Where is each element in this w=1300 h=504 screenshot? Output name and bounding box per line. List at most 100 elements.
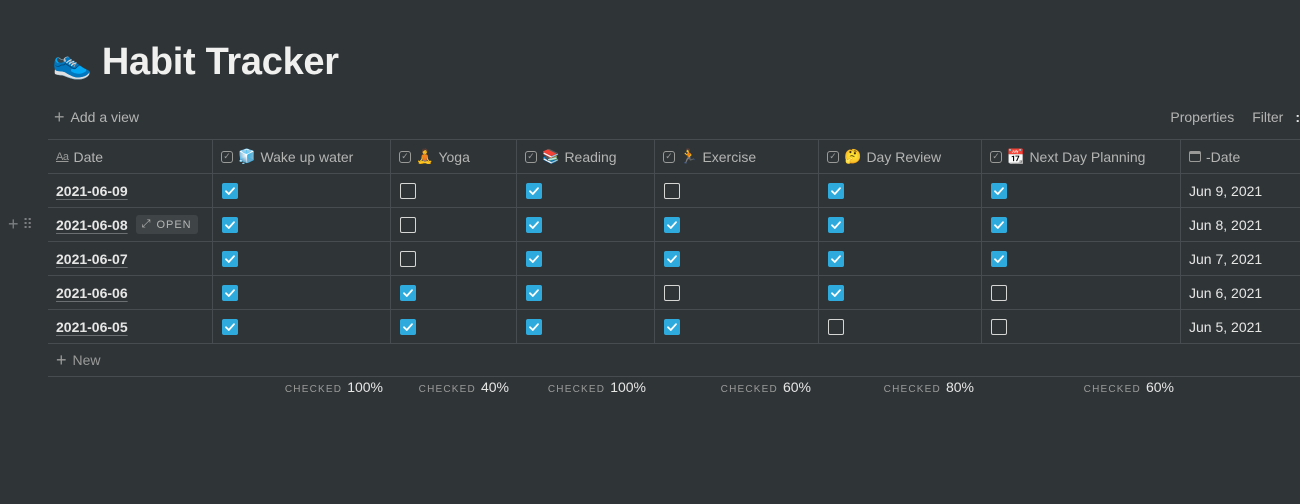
column-header-exercise[interactable]: ✓ 🏃 Exercise — [655, 140, 819, 173]
filter-button[interactable]: Filter — [1252, 109, 1283, 125]
checkbox-checked[interactable] — [526, 250, 542, 267]
column-header-date-property[interactable]: -Date — [1181, 140, 1300, 173]
checkbox-checked[interactable] — [828, 284, 844, 301]
more-icon[interactable]: : — [1295, 109, 1300, 125]
checkbox-checked[interactable] — [222, 284, 238, 301]
new-row-button[interactable]: + New — [48, 344, 1300, 377]
table-row[interactable]: 2021-06-05 Jun 5, 2021 — [48, 310, 1300, 344]
checkbox-checked[interactable] — [400, 284, 416, 301]
checkbox-cell — [391, 174, 517, 207]
column-calculation[interactable]: CHECKED 40% — [419, 379, 509, 395]
table-row[interactable]: 2021-06-09 Jun 9, 2021 — [48, 174, 1300, 208]
database-toolbar: + Add a view Properties Filter : — [54, 106, 1300, 128]
column-calculation[interactable]: CHECKED 100% — [548, 379, 646, 395]
row-title[interactable]: 2021-06-07 — [56, 251, 128, 267]
column-calculation[interactable]: CHECKED 60% — [721, 379, 811, 395]
column-header-label: Exercise — [702, 148, 757, 165]
row-title[interactable]: 2021-06-06 — [56, 285, 128, 301]
table-row[interactable]: + ⠿ 2021-06-08 ⤢ OPEN Jun 8, 2021 — [8, 208, 1300, 242]
column-calculation[interactable]: CHECKED 60% — [1084, 379, 1174, 395]
column-header-reading[interactable]: ✓ 📚 Reading — [517, 140, 655, 173]
date-cell[interactable]: Jun 6, 2021 — [1181, 276, 1300, 309]
calculation-label: CHECKED — [547, 384, 606, 395]
checkbox-cell — [819, 242, 982, 275]
checkbox-checked[interactable] — [222, 216, 238, 233]
table-row[interactable]: 2021-06-07 Jun 7, 2021 — [48, 242, 1300, 276]
checkbox-unchecked[interactable] — [664, 284, 680, 301]
checkbox-cell — [819, 208, 982, 241]
checkbox-unchecked[interactable] — [400, 250, 416, 267]
column-header-wake-up-water[interactable]: ✓ 🧊 Wake up water — [213, 140, 391, 173]
checkbox-property-icon: ✓ — [990, 150, 1002, 163]
checkbox-cell — [391, 276, 517, 309]
add-view-button[interactable]: + Add a view — [54, 108, 139, 126]
table-row[interactable]: 2021-06-06 Jun 6, 2021 — [48, 276, 1300, 310]
checkbox-property-icon: ✓ — [827, 150, 839, 163]
date-cell[interactable]: Jun 5, 2021 — [1181, 310, 1300, 343]
row-title[interactable]: 2021-06-05 — [56, 319, 128, 335]
column-header-label: Yoga — [438, 148, 470, 165]
column-calculation[interactable]: CHECKED 100% — [285, 379, 383, 395]
title-cell[interactable]: 2021-06-09 — [48, 174, 213, 207]
row-title[interactable]: 2021-06-08 — [56, 217, 128, 233]
checkbox-checked[interactable] — [828, 182, 844, 199]
checkbox-checked[interactable] — [526, 216, 542, 233]
calculation-label: CHECKED — [418, 384, 476, 395]
checkbox-checked[interactable] — [526, 284, 542, 301]
sneaker-icon[interactable]: 👟 — [52, 38, 92, 86]
date-cell[interactable]: Jun 9, 2021 — [1181, 174, 1300, 207]
date-cell[interactable]: Jun 7, 2021 — [1181, 242, 1300, 275]
checkbox-cell — [819, 276, 982, 309]
checkbox-unchecked[interactable] — [991, 318, 1007, 335]
add-view-label: Add a view — [70, 109, 139, 125]
checkbox-unchecked[interactable] — [991, 284, 1007, 301]
calculation-label: CHECKED — [284, 384, 343, 395]
calculation-value: 100% — [347, 379, 383, 395]
title-cell[interactable]: 2021-06-08 ⤢ OPEN — [48, 208, 213, 241]
column-header-yoga[interactable]: ✓ 🧘 Yoga — [391, 140, 517, 173]
checkbox-checked[interactable] — [222, 250, 238, 267]
checkbox-checked[interactable] — [526, 318, 542, 335]
checkbox-unchecked[interactable] — [664, 182, 680, 199]
drag-handle-icon[interactable]: ⠿ — [23, 216, 33, 233]
checkbox-checked[interactable] — [991, 250, 1007, 267]
checkbox-cell — [655, 276, 819, 309]
properties-button[interactable]: Properties — [1170, 109, 1234, 125]
column-calculation[interactable]: CHECKED 80% — [884, 379, 974, 395]
checkbox-checked[interactable] — [222, 318, 238, 335]
checkbox-checked[interactable] — [664, 250, 680, 267]
column-header-next-day-planning[interactable]: ✓ 📆 Next Day Planning — [982, 140, 1181, 173]
row-title[interactable]: 2021-06-09 — [56, 183, 128, 199]
checkbox-unchecked[interactable] — [400, 182, 416, 199]
checkbox-checked[interactable] — [526, 182, 542, 199]
checkbox-property-icon: ✓ — [221, 150, 233, 163]
checkbox-unchecked[interactable] — [400, 216, 416, 233]
calendar-emoji-icon: 📆 — [1007, 148, 1025, 164]
date-cell[interactable]: Jun 8, 2021 — [1181, 208, 1300, 241]
calculation-value: 80% — [945, 379, 974, 395]
checkbox-checked[interactable] — [664, 318, 680, 335]
checkbox-unchecked[interactable] — [828, 318, 844, 335]
checkbox-checked[interactable] — [828, 250, 844, 267]
column-header-date[interactable]: Aa Date — [48, 140, 213, 173]
date-value: Jun 5, 2021 — [1189, 318, 1263, 335]
checkbox-checked[interactable] — [828, 216, 844, 233]
checkbox-checked[interactable] — [991, 216, 1007, 233]
open-page-button[interactable]: ⤢ OPEN — [135, 215, 198, 234]
row-handle: + ⠿ — [8, 208, 33, 241]
checkbox-cell — [982, 276, 1181, 309]
column-header-day-review[interactable]: ✓ 🤔 Day Review — [819, 140, 982, 173]
add-row-icon[interactable]: + — [8, 214, 19, 235]
page-header: 👟 Habit Tracker — [52, 38, 339, 86]
habit-table: Aa Date ✓ 🧊 Wake up water ✓ 🧘 Yoga ✓ 📚 R… — [8, 139, 1300, 377]
checkbox-cell — [213, 208, 391, 241]
title-cell[interactable]: 2021-06-05 — [48, 310, 213, 343]
calculation-value: 40% — [480, 379, 509, 395]
checkbox-checked[interactable] — [222, 182, 238, 199]
title-cell[interactable]: 2021-06-07 — [48, 242, 213, 275]
checkbox-checked[interactable] — [400, 318, 416, 335]
page-title[interactable]: Habit Tracker — [102, 41, 339, 84]
checkbox-checked[interactable] — [664, 216, 680, 233]
title-cell[interactable]: 2021-06-06 — [48, 276, 213, 309]
checkbox-checked[interactable] — [991, 182, 1007, 199]
